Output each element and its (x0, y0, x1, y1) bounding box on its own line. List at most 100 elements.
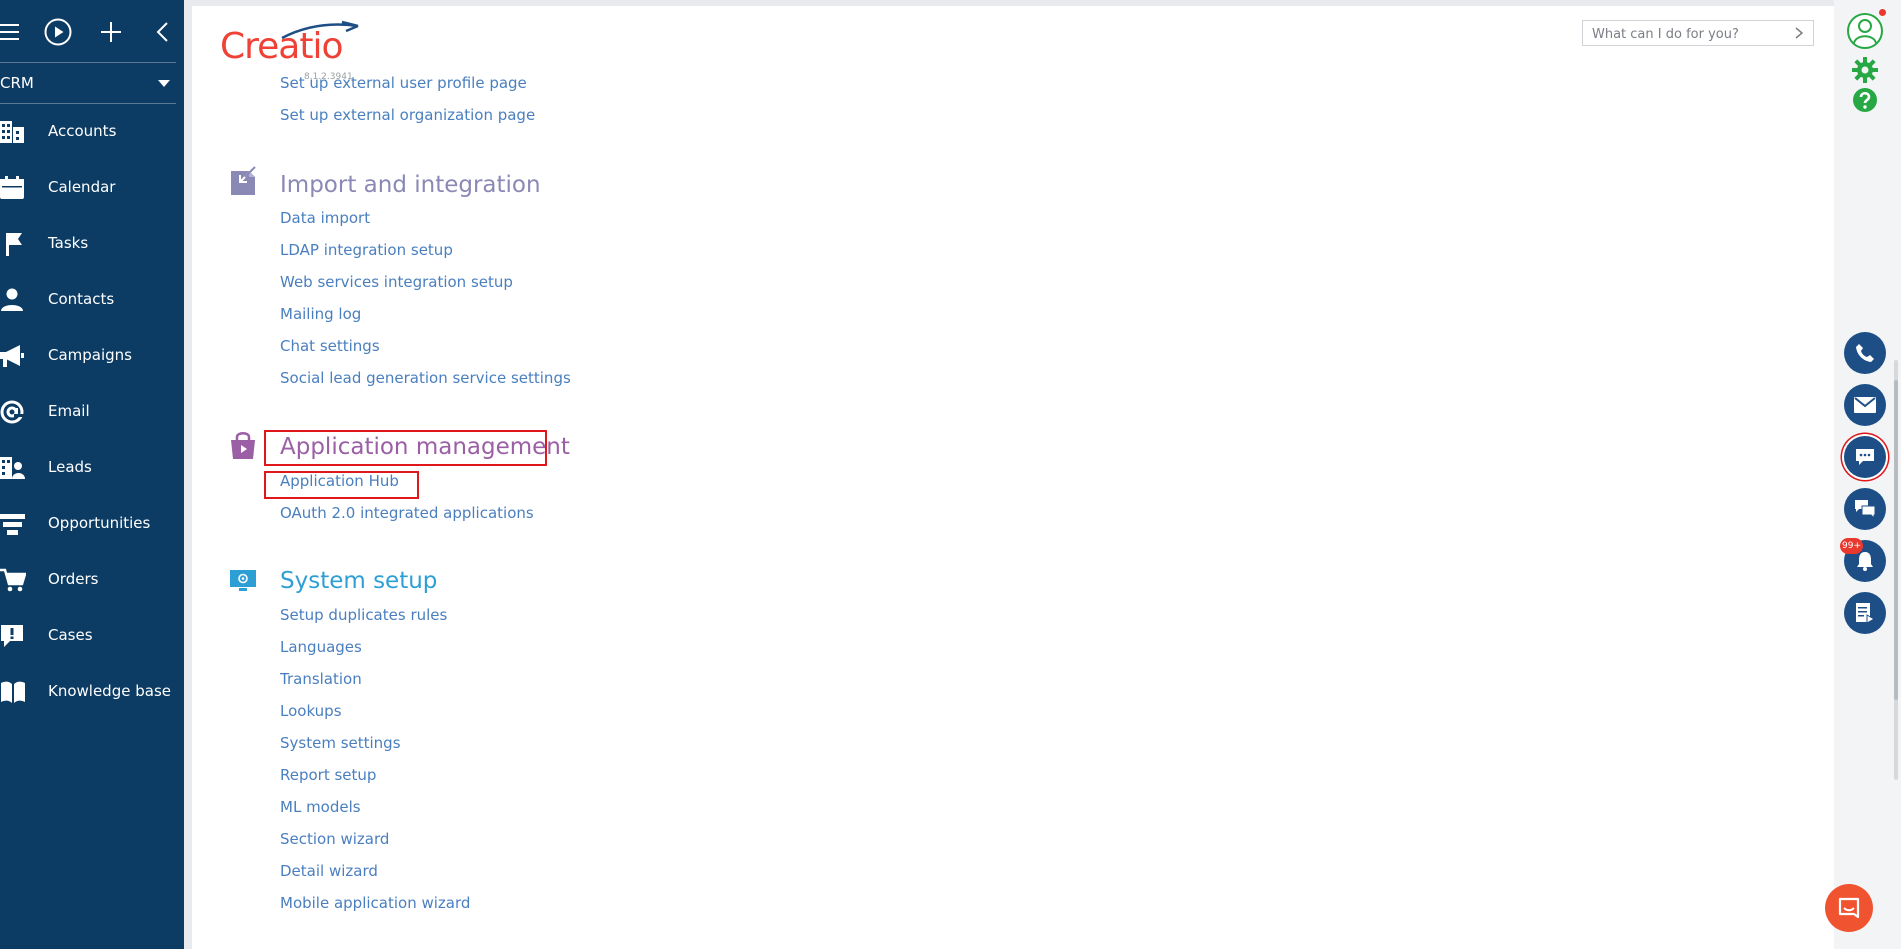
help-button[interactable] (1852, 87, 1878, 113)
collapse-panel-button[interactable] (142, 12, 182, 52)
command-line-input[interactable] (1583, 21, 1794, 47)
section-title-system-setup: System setup (280, 568, 438, 594)
command-line (1582, 20, 1814, 47)
link-ml-models[interactable]: ML models (280, 797, 361, 817)
question-icon (1853, 88, 1877, 112)
nav-item-contacts[interactable]: Contacts (0, 278, 184, 322)
hamburger-icon (0, 24, 19, 40)
flag-icon (6, 233, 22, 256)
email-button[interactable] (1844, 384, 1886, 426)
status-dot (1879, 9, 1886, 16)
link-mailing-log[interactable]: Mailing log (280, 304, 361, 324)
workspace-selector[interactable]: CRM (0, 63, 176, 103)
nav-item-calendar[interactable]: Calendar (0, 166, 184, 210)
sidebar-divider (0, 103, 176, 104)
conversation-icon (1855, 500, 1876, 519)
building-icon (0, 121, 24, 143)
link-oauth-integrated-apps[interactable]: OAuth 2.0 integrated applications (280, 503, 534, 523)
calendar-icon (0, 176, 24, 199)
phone-icon (1856, 344, 1874, 362)
chevron-left-icon (156, 22, 168, 42)
link-setup-duplicates-rules[interactable]: Setup duplicates rules (280, 605, 447, 625)
nav-label: Accounts (48, 122, 117, 140)
highlight-frame (264, 430, 547, 466)
scrollbar-thumb[interactable] (1894, 380, 1898, 700)
nav-item-orders[interactable]: Orders (0, 558, 184, 602)
nav-label: Tasks (48, 234, 89, 252)
link-data-import[interactable]: Data import (280, 208, 370, 228)
document-arrow-icon (1856, 603, 1875, 624)
nav-label: Cases (48, 626, 93, 644)
cart-icon (0, 568, 26, 592)
import-integration-icon (231, 166, 256, 195)
nav-label: Knowledge base (48, 682, 171, 700)
link-external-organization-page[interactable]: Set up external organization page (280, 105, 535, 125)
section-title-import-integration: Import and integration (280, 172, 541, 198)
envelope-icon (1854, 397, 1876, 413)
chat-bubble-icon (1856, 449, 1874, 465)
nav-item-leads[interactable]: Leads (0, 446, 184, 490)
link-languages[interactable]: Languages (280, 637, 362, 657)
link-chat-settings[interactable]: Chat settings (280, 336, 380, 356)
link-report-setup[interactable]: Report setup (280, 765, 376, 785)
link-web-services-integration[interactable]: Web services integration setup (280, 272, 513, 292)
megaphone-icon (0, 345, 24, 367)
notification-badge: 99+ (1840, 538, 1863, 554)
nav-item-opportunities[interactable]: Opportunities (0, 502, 184, 546)
nav-label: Leads (48, 458, 92, 476)
at-icon (0, 400, 24, 424)
nav-item-tasks[interactable]: Tasks (0, 222, 184, 266)
sidebar-toolbar (0, 0, 184, 62)
process-button[interactable] (1844, 592, 1886, 634)
link-social-lead-generation[interactable]: Social lead generation service settings (280, 368, 571, 388)
nav-label: Opportunities (48, 514, 151, 532)
creatio-logo[interactable]: Creatio 8.1.2.3941 (220, 20, 360, 82)
profile-button[interactable] (1846, 9, 1886, 50)
nav-item-email[interactable]: Email (0, 390, 184, 434)
chat-button[interactable] (1844, 436, 1886, 478)
nav-item-cases[interactable]: Cases (0, 614, 184, 658)
process-library-button[interactable] (38, 12, 78, 52)
funnel-icon (0, 514, 25, 535)
chevron-right-icon[interactable] (1793, 26, 1805, 40)
link-section-wizard[interactable]: Section wizard (280, 829, 389, 849)
monitor-gear-icon (230, 570, 256, 591)
highlight-frame (264, 471, 419, 499)
nav-item-knowledge-base[interactable]: Knowledge base (0, 670, 184, 714)
link-mobile-application-wizard[interactable]: Mobile application wizard (280, 893, 470, 913)
link-system-settings[interactable]: System settings (280, 733, 401, 753)
communication-panel: 99+ (1834, 0, 1901, 949)
nav-label: Orders (48, 570, 99, 588)
alert-bubble-icon (1, 625, 23, 647)
plus-icon (101, 22, 121, 42)
book-icon (1, 681, 25, 703)
link-ldap-integration-setup[interactable]: LDAP integration setup (280, 240, 453, 260)
play-circle-icon (44, 18, 72, 46)
message-icon (1838, 897, 1860, 919)
system-designer-page: Creatio 8.1.2.3941 Set up external user … (192, 6, 1834, 949)
nav-label: Campaigns (48, 346, 133, 364)
nav-item-accounts[interactable]: Accounts (0, 110, 184, 154)
link-detail-wizard[interactable]: Detail wizard (280, 861, 378, 881)
caret-down-icon (158, 80, 170, 87)
link-lookups[interactable]: Lookups (280, 701, 342, 721)
feed-button[interactable] (1844, 488, 1886, 530)
person-icon (1, 288, 23, 311)
add-record-button[interactable] (91, 12, 131, 52)
menu-toggle-button[interactable] (0, 12, 30, 52)
user-avatar-icon (1847, 13, 1883, 49)
nav-item-campaigns[interactable]: Campaigns (0, 334, 184, 378)
support-chat-launcher[interactable] (1825, 884, 1873, 932)
nav-label: Email (48, 402, 90, 420)
system-designer-button[interactable] (1852, 57, 1878, 83)
shopping-bag-icon (231, 432, 255, 459)
logo-text: Creatio (220, 26, 343, 67)
link-external-user-profile[interactable]: Set up external user profile page (280, 73, 527, 93)
bell-icon (1857, 552, 1873, 571)
phone-button[interactable] (1844, 332, 1886, 374)
nav-label: Calendar (48, 178, 116, 196)
workspace-label: CRM (0, 74, 34, 92)
nav-label: Contacts (48, 290, 115, 308)
sidebar: CRM Accounts Calendar Tasks Contacts Cam… (0, 0, 184, 949)
link-translation[interactable]: Translation (280, 669, 362, 689)
